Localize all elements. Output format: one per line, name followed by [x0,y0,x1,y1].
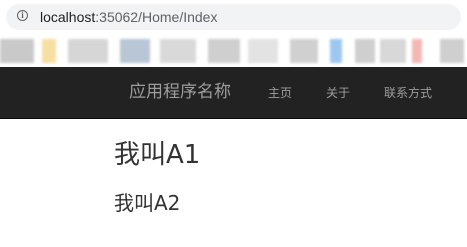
browser-window: i localhost:35062/Home/Index 应用程序名称 主页 关… [0,0,467,247]
nav-link-home[interactable]: 主页 [268,85,292,101]
url-host: localhost [40,9,96,25]
nav-link-about[interactable]: 关于 [326,85,350,101]
nav-link-contact[interactable]: 联系方式 [384,85,432,101]
bookmark-item-blurred[interactable] [208,39,240,63]
bookmark-item-blurred[interactable] [355,39,375,63]
address-bar: i localhost:35062/Home/Index [0,0,467,34]
bookmark-item-blurred[interactable] [160,39,196,63]
bookmark-item-blurred[interactable] [380,39,406,63]
bookmark-item-blurred[interactable] [290,39,318,63]
heading-a1: 我叫A1 [114,140,201,170]
bookmark-item-blurred[interactable] [120,39,150,63]
bookmark-item-blurred[interactable] [68,39,108,63]
navbar: 应用程序名称 主页 关于 联系方式 [0,67,467,119]
bookmark-item-blurred[interactable] [412,39,422,63]
bookmark-item-blurred[interactable] [330,39,342,63]
bookmarks-bar [0,34,467,67]
url-field[interactable]: i localhost:35062/Home/Index [6,4,461,30]
heading-a2: 我叫A2 [114,191,181,215]
url-path: :35062/Home/Index [95,9,218,25]
bookmark-item-blurred[interactable] [42,39,56,63]
info-icon[interactable]: i [17,10,28,21]
bookmark-item-blurred[interactable] [440,39,464,63]
bookmark-item-blurred[interactable] [248,39,278,63]
url-text[interactable]: localhost:35062/Home/Index [40,9,217,25]
brand-link[interactable]: 应用程序名称 [129,81,231,103]
bookmark-item-blurred[interactable] [0,39,34,63]
